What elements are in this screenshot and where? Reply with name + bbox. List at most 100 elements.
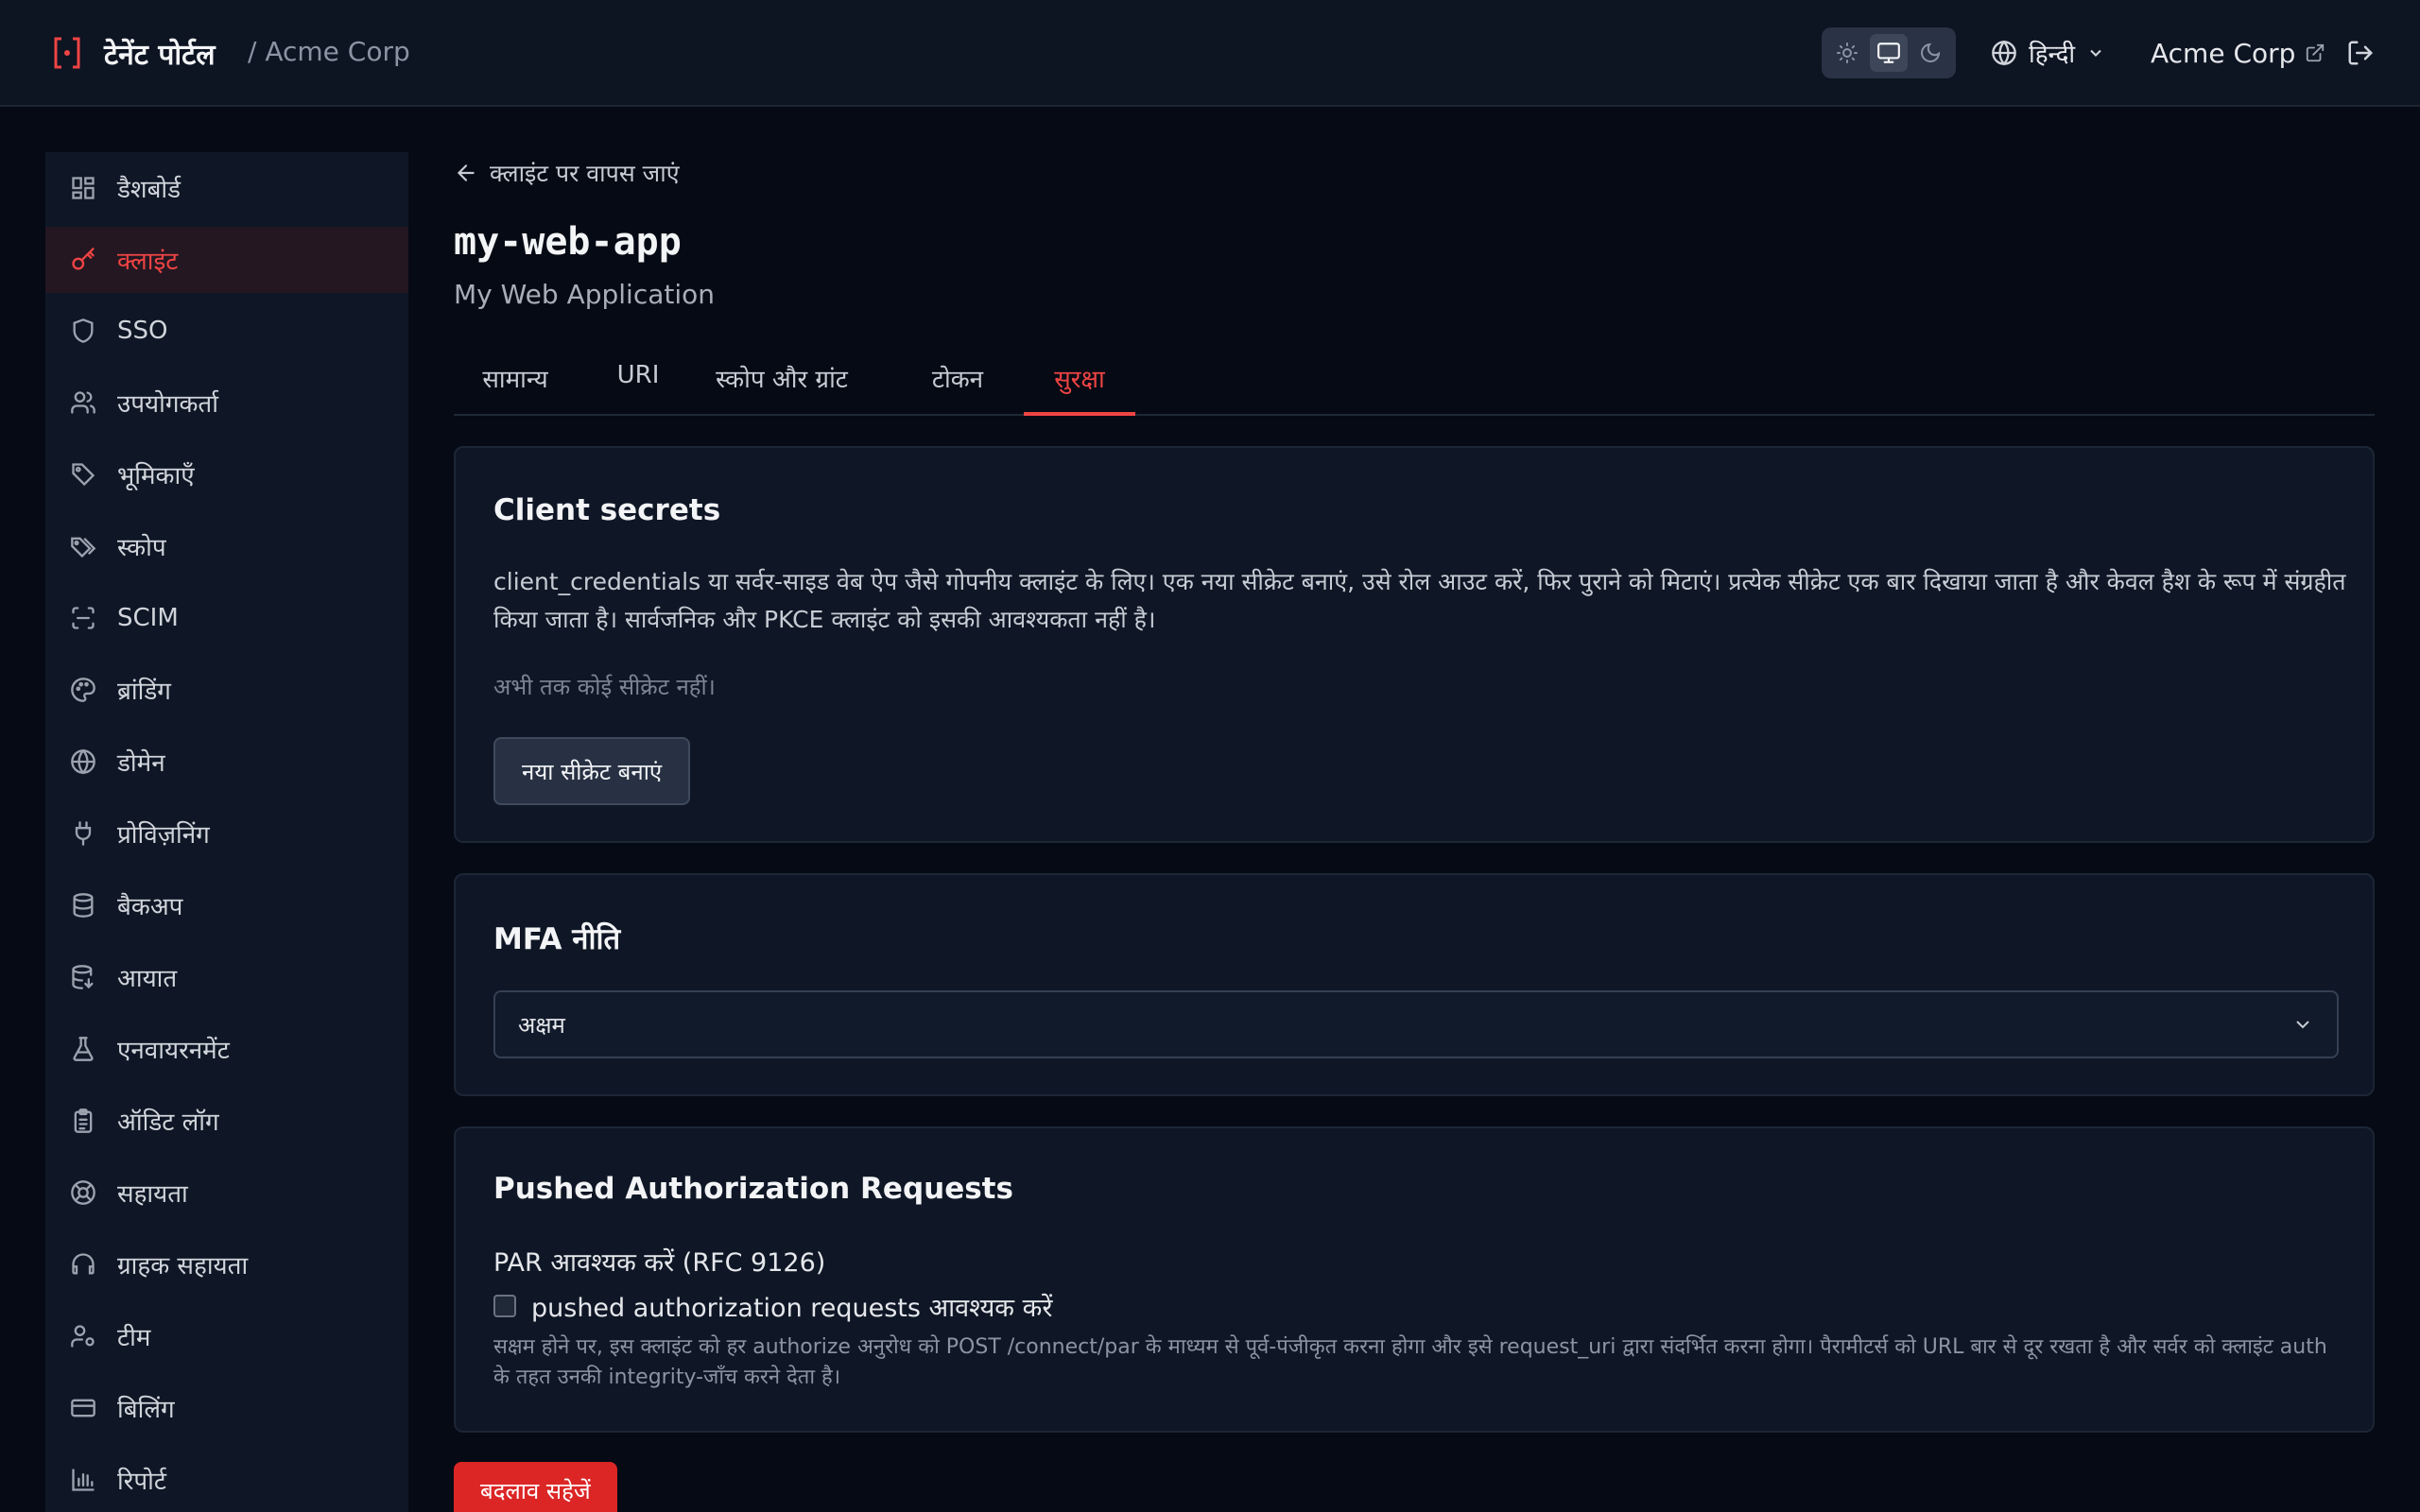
page-subtitle: My Web Application <box>454 279 716 310</box>
sidebar-item-label: डोमेन <box>117 749 165 778</box>
save-changes-button[interactable]: बदलाव सहेजें <box>454 1462 617 1512</box>
sidebar-item-label: ग्राहक सहायता <box>117 1252 249 1280</box>
globe-icon <box>68 747 98 777</box>
client-secrets-description: client_credentials या सर्वर-साइड वेब ऐप … <box>493 568 2346 633</box>
sidebar-item-label: रिपोर्ट <box>117 1468 166 1496</box>
user-cog-icon <box>68 1321 98 1351</box>
sidebar-item-audit-log[interactable]: ऑडिट लॉग <box>45 1088 408 1154</box>
sidebar-item-dashboard[interactable]: डैशबोर्ड <box>45 155 408 221</box>
plug-icon <box>68 818 98 849</box>
org-external-link[interactable]: Acme Corp <box>2151 34 2325 72</box>
sidebar-item-domains[interactable]: डोमेन <box>45 729 408 795</box>
par-checkbox-row[interactable]: pushed authorization requests आवश्यक करे… <box>493 1287 1052 1325</box>
tab-tokens[interactable]: टोकन <box>915 350 1000 416</box>
client-secrets-title: Client secrets <box>493 493 721 527</box>
par-checkbox[interactable] <box>493 1295 516 1317</box>
sun-icon <box>1837 43 1858 63</box>
sidebar-item-team[interactable]: टीम <box>45 1303 408 1369</box>
sidebar-item-help[interactable]: सहायता <box>45 1160 408 1226</box>
globe-icon <box>1992 40 2016 66</box>
sidebar-item-backup[interactable]: बैकअप <box>45 872 408 938</box>
clipboard-icon <box>68 1106 98 1136</box>
sidebar-item-reports[interactable]: रिपोर्ट <box>45 1447 408 1512</box>
chevron-down-icon <box>2090 49 2101 57</box>
par-title: Pushed Authorization Requests <box>493 1172 1013 1206</box>
sidebar-item-roles[interactable]: भूमिकाएँ <box>45 441 408 507</box>
logout-button[interactable] <box>2343 36 2377 70</box>
sidebar-item-label: बैकअप <box>117 893 183 921</box>
sidebar-item-branding[interactable]: ब्रांडिंग <box>45 657 408 723</box>
arrow-left-icon <box>457 164 475 181</box>
sidebar-item-scim[interactable]: SCIM <box>45 585 408 651</box>
par-checkbox-label: pushed authorization requests आवश्यक करे… <box>531 1293 1053 1323</box>
org-breadcrumb: / Acme Corp <box>248 36 410 67</box>
mfa-policy-title: MFA नीति <box>493 922 621 956</box>
mfa-policy-select[interactable]: अक्षम <box>493 990 2339 1058</box>
database-import-icon <box>68 962 98 992</box>
sidebar-item-label: स्कोप <box>117 534 166 562</box>
key-icon <box>68 245 98 275</box>
brand-logo-icon <box>54 37 80 69</box>
back-link-label: क्लाइंट पर वापस जाएं <box>490 160 680 187</box>
scan-icon <box>68 603 98 633</box>
theme-toggle <box>1822 27 1956 78</box>
tab-uri[interactable]: URI <box>605 350 671 416</box>
monitor-icon <box>1877 43 1900 63</box>
page-title: my-web-app <box>454 220 682 264</box>
tag-icon <box>68 459 98 490</box>
moon-icon <box>1921 43 1941 62</box>
brand-title[interactable]: टेनेंट पोर्टल <box>104 34 216 73</box>
theme-dark-button[interactable] <box>1911 34 1949 72</box>
sidebar-item-label: क्लाइंट <box>117 248 179 276</box>
lifebuoy-icon <box>68 1177 98 1208</box>
sidebar-item-label: एनवायरनमेंट <box>117 1037 230 1065</box>
theme-system-button[interactable] <box>1870 34 1908 72</box>
par-card: Pushed Authorization Requests PAR आवश्यक… <box>454 1126 2375 1433</box>
sidebar-item-import[interactable]: आयात <box>45 944 408 1010</box>
sidebar-item-scopes[interactable]: स्कोप <box>45 513 408 579</box>
tab-bar: सामान्य URI स्कोप और ग्रांट टोकन सुरक्षा <box>454 350 2375 416</box>
sidebar-item-users[interactable]: उपयोगकर्ता <box>45 369 408 436</box>
org-name: Acme Corp <box>2151 37 2296 69</box>
sidebar-item-label: प्रोविज़निंग <box>117 821 210 850</box>
language-switcher[interactable]: हिन्दी <box>1991 34 2105 72</box>
sidebar: डैशबोर्ड क्लाइंट SSO उपयोगकर्ता भूमिकाएँ… <box>45 152 408 1512</box>
sidebar-item-label: उपयोगकर्ता <box>117 390 218 419</box>
users-icon <box>68 387 98 418</box>
headset-icon <box>68 1249 98 1280</box>
sidebar-item-sso[interactable]: SSO <box>45 298 408 364</box>
tags-icon <box>68 531 98 561</box>
no-secrets-text: अभी तक कोई सीक्रेट नहीं। <box>493 674 716 700</box>
sidebar-item-provisioning[interactable]: प्रोविज़निंग <box>45 800 408 867</box>
tab-general[interactable]: सामान्य <box>454 350 577 416</box>
sidebar-item-label: टीम <box>117 1324 151 1352</box>
create-secret-button[interactable]: नया सीक्रेट बनाएं <box>493 737 691 805</box>
par-help-text: सक्षम होने पर, इस क्लाइंट को हर authoriz… <box>493 1335 2327 1389</box>
sidebar-item-clients[interactable]: क्लाइंट <box>45 227 408 293</box>
sidebar-item-label: डैशबोर्ड <box>117 176 182 204</box>
sidebar-item-label: SSO <box>117 317 168 345</box>
external-link-icon <box>2307 43 2325 62</box>
dashboard-icon <box>68 173 98 203</box>
theme-light-button[interactable] <box>1828 34 1866 72</box>
credit-card-icon <box>68 1393 98 1423</box>
sidebar-item-label: बिलिंग <box>117 1396 175 1424</box>
mfa-policy-card: MFA नीति अक्षम <box>454 873 2375 1096</box>
back-to-clients-link[interactable]: क्लाइंट पर वापस जाएं <box>454 154 680 192</box>
mfa-policy-selected: अक्षम <box>518 1011 565 1039</box>
tab-scopes-grants[interactable]: स्कोप और ग्रांट <box>701 350 862 416</box>
tab-security[interactable]: सुरक्षा <box>1024 350 1135 416</box>
bar-chart-icon <box>68 1465 98 1495</box>
top-bar: टेनेंट पोर्टल / Acme Corp हिन्दी Acme Co… <box>0 0 2420 107</box>
database-icon <box>68 890 98 920</box>
sidebar-item-environments[interactable]: एनवायरनमेंट <box>45 1016 408 1082</box>
sidebar-item-billing[interactable]: बिलिंग <box>45 1375 408 1441</box>
flask-icon <box>68 1034 98 1064</box>
palette-icon <box>68 675 98 705</box>
logout-icon <box>2348 41 2374 65</box>
sidebar-item-label: ऑडिट लॉग <box>117 1108 219 1137</box>
sidebar-item-label: आयात <box>117 965 178 993</box>
sidebar-item-label: SCIM <box>117 604 179 632</box>
shield-icon <box>68 316 98 346</box>
sidebar-item-customer-support[interactable]: ग्राहक सहायता <box>45 1231 408 1297</box>
